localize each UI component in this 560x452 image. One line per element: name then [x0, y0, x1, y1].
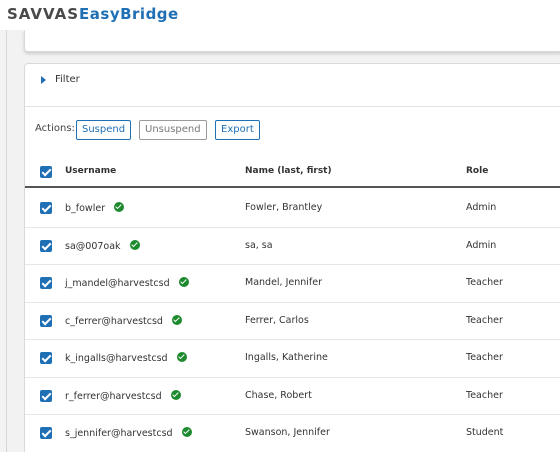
- check-circle-icon: [176, 352, 187, 362]
- actions-label: Actions:: [35, 123, 75, 134]
- username-text: sa@007oak: [65, 240, 121, 252]
- role-cell: Teacher: [466, 314, 503, 326]
- name-cell: Mandel, Jennifer: [245, 277, 323, 288]
- name-cell: Swanson, Jennifer: [245, 427, 330, 438]
- row-checkbox[interactable]: [40, 427, 52, 439]
- role-cell: Admin: [466, 239, 497, 251]
- check-circle-icon: [114, 202, 125, 212]
- filter-toggle[interactable]: Filter: [25, 64, 560, 107]
- row-checkbox[interactable]: [40, 352, 52, 364]
- role-cell: Teacher: [466, 352, 503, 363]
- name-cell: Chase, Robert: [245, 389, 312, 401]
- role-cell: Student: [466, 427, 504, 438]
- column-header-role[interactable]: Role: [466, 166, 488, 176]
- username-cell: k_ingalls@harvestcsd: [65, 352, 187, 364]
- logo-product: EasyBridge: [79, 5, 179, 23]
- select-all-checkbox[interactable]: [40, 166, 52, 178]
- table-row[interactable]: s_jennifer@harvestcsd Swanson, Jennifer …: [25, 415, 560, 452]
- logo-brand: SAVVAS: [7, 5, 80, 23]
- role-cell: Admin: [466, 202, 497, 213]
- check-circle-icon: [181, 427, 192, 437]
- row-checkbox[interactable]: [40, 202, 52, 214]
- suspend-button[interactable]: Suspend: [76, 120, 132, 140]
- upper-panel: [24, 30, 560, 52]
- username-text: b_fowler: [65, 203, 106, 214]
- username-text: k_ingalls@harvestcsd: [65, 353, 168, 364]
- column-header-username[interactable]: Username: [65, 166, 116, 176]
- check-circle-icon: [129, 239, 140, 250]
- role-cell: Teacher: [466, 277, 503, 288]
- top-bar: SAVVASEasyBridge: [0, 0, 560, 30]
- username-cell: s_jennifer@harvestcsd: [65, 427, 192, 439]
- name-cell: Ferrer, Carlos: [245, 314, 309, 326]
- table-row[interactable]: sa@007oak sa, sa Admin: [25, 228, 560, 265]
- table-row[interactable]: r_ferrer@harvestcsd Chase, Robert Teache…: [25, 378, 560, 415]
- row-checkbox[interactable]: [40, 239, 52, 252]
- left-rail-divider: [6, 30, 7, 452]
- username-text: r_ferrer@harvestcsd: [65, 390, 162, 402]
- username-cell: r_ferrer@harvestcsd: [65, 389, 181, 402]
- username-text: j_mandel@harvestcsd: [65, 278, 170, 289]
- username-cell: c_ferrer@harvestcsd: [65, 314, 182, 327]
- username-text: c_ferrer@harvestcsd: [65, 315, 163, 327]
- username-cell: j_mandel@harvestcsd: [65, 277, 189, 289]
- table-header: Username Name (last, first) Role: [25, 158, 560, 188]
- table-row[interactable]: b_fowler Fowler, Brantley Admin: [25, 190, 560, 228]
- name-cell: sa, sa: [245, 239, 273, 251]
- table-row[interactable]: j_mandel@harvestcsd Mandel, Jennifer Tea…: [25, 265, 560, 303]
- check-circle-icon: [171, 314, 182, 325]
- row-checkbox[interactable]: [40, 389, 52, 402]
- username-cell: b_fowler: [65, 202, 125, 214]
- filter-label[interactable]: Filter: [55, 74, 80, 85]
- role-cell: Teacher: [466, 389, 503, 401]
- table-row[interactable]: c_ferrer@harvestcsd Ferrer, Carlos Teach…: [25, 303, 560, 340]
- row-checkbox[interactable]: [40, 277, 52, 289]
- check-circle-icon: [170, 389, 181, 400]
- row-checkbox[interactable]: [40, 314, 52, 327]
- actions-bar: Actions: Suspend Unsuspend Export: [25, 120, 560, 140]
- username-cell: sa@007oak: [65, 239, 140, 252]
- column-header-name[interactable]: Name (last, first): [245, 166, 332, 176]
- app-logo[interactable]: SAVVASEasyBridge: [7, 5, 179, 23]
- table-row[interactable]: k_ingalls@harvestcsd Ingalls, Katherine …: [25, 340, 560, 378]
- name-cell: Fowler, Brantley: [245, 202, 323, 213]
- export-button[interactable]: Export: [215, 120, 260, 140]
- check-circle-icon: [178, 277, 189, 287]
- unsuspend-button[interactable]: Unsuspend: [139, 120, 207, 140]
- users-panel: Filter Actions: Suspend Unsuspend Export…: [24, 63, 560, 452]
- name-cell: Ingalls, Katherine: [245, 352, 328, 363]
- username-text: s_jennifer@harvestcsd: [65, 428, 173, 439]
- caret-right-icon[interactable]: [41, 76, 46, 84]
